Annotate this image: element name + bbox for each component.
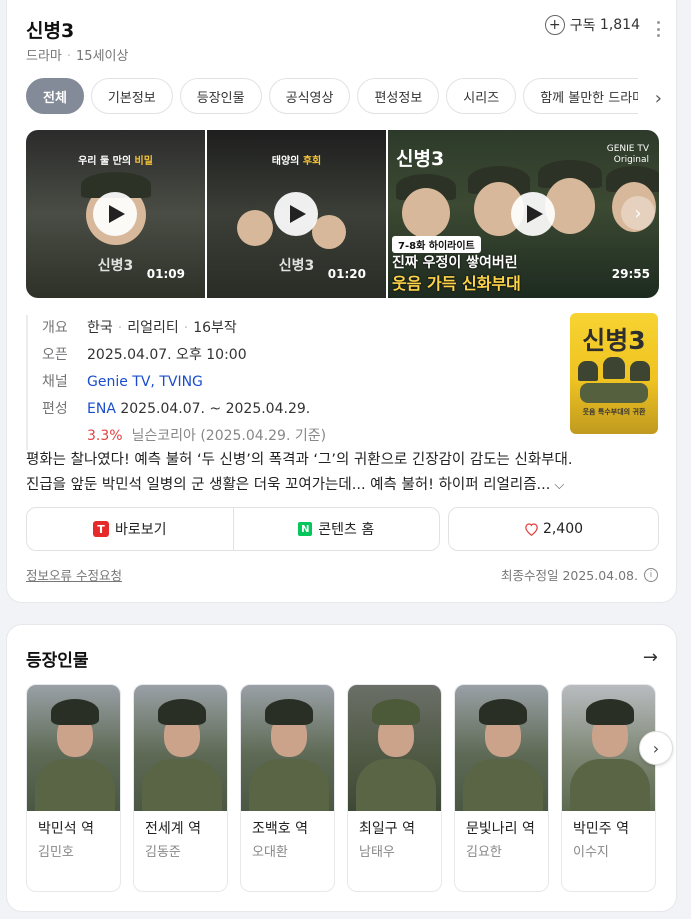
tab-all[interactable]: 전체 xyxy=(26,78,84,114)
subscribe-button[interactable]: + 구독 1,814 xyxy=(544,15,640,35)
cast-photo xyxy=(134,685,227,811)
drama-details: 개요 한국 · 리얼리티 · 16부작 오픈 2025.04.07. 오후 10:00 … xyxy=(26,315,326,450)
channel-link-genie-tv[interactable]: Genie TV xyxy=(87,369,150,396)
heart-icon xyxy=(525,523,538,536)
tab-recommended[interactable]: 함께 볼만한 드라마 xyxy=(523,78,638,114)
overview-row: 개요 한국 · 리얼리티 · 16부작 xyxy=(42,320,237,336)
video-thumbnail[interactable]: 신병3 GENIE TV Original 7-8화 하이라이트 진짜 우정이 쌓… xyxy=(388,130,659,298)
cast-actor: 이수지 xyxy=(573,845,609,860)
tab-basic-info[interactable]: 기본정보 xyxy=(90,78,173,114)
open-row: 오픈 2025.04.07. 오후 10:00 xyxy=(42,347,247,363)
video-thumbnail[interactable]: 태양의 후회 신병3 01:20 xyxy=(207,130,386,298)
person-figure xyxy=(237,210,273,246)
video-caption: 우리 둘 만의 비밀 xyxy=(78,156,153,167)
cast-actor: 김동준 xyxy=(145,845,181,860)
cast-actor: 남태우 xyxy=(359,845,395,860)
play-icon[interactable] xyxy=(93,192,137,236)
category-tabs: 전체 기본정보 등장인물 공식영상 편성정보 시리즈 함께 볼만한 드라마 xyxy=(26,78,638,114)
more-options-icon[interactable] xyxy=(656,21,660,37)
cast-member[interactable]: 박민석 역 김민호 xyxy=(26,684,121,892)
video-duration: 01:20 xyxy=(327,267,366,281)
cast-role: 조백호 역 xyxy=(252,821,308,837)
chevron-right-icon[interactable]: › xyxy=(655,88,662,109)
person-figure xyxy=(578,361,598,381)
cast-actor: 오대환 xyxy=(252,845,288,860)
chevron-down-icon[interactable]: ⌵ xyxy=(554,478,564,493)
genre-label: 드라마 xyxy=(26,49,62,64)
ratings-value: 3.3% xyxy=(87,428,123,444)
tab-characters[interactable]: 등장인물 xyxy=(179,78,262,114)
last-updated: 최종수정일 2025.04.08. i xyxy=(501,565,658,584)
drama-poster[interactable]: 신병3 웃음 특수부대의 귀환 xyxy=(570,313,658,434)
ratings-basis: (2025.04.29. 기준) xyxy=(200,428,327,444)
content-home-button[interactable]: N 콘텐츠 홈 xyxy=(232,508,440,550)
cast-member[interactable]: 문빛나리 역 김요한 xyxy=(454,684,549,892)
channel-link-ena[interactable]: ENA xyxy=(87,396,116,423)
person-figure xyxy=(630,361,650,381)
video-caption: 태양의 후회 xyxy=(271,156,322,167)
cast-member[interactable]: 최일구 역 남태우 xyxy=(347,684,442,892)
cast-actor: 김민호 xyxy=(38,845,74,860)
drama-title[interactable]: 신병3 xyxy=(26,16,74,43)
subscribe-count: 1,814 xyxy=(599,17,640,33)
channel-row: 채널 Genie TV, TVING xyxy=(42,369,326,396)
video-headline: 웃음 가득 신화부대 xyxy=(392,274,521,293)
chevron-right-icon[interactable]: › xyxy=(639,731,673,765)
cast-member[interactable]: 전세계 역 김동준 xyxy=(133,684,228,892)
poster-subtitle: 웃음 특수부대의 귀환 xyxy=(582,408,646,416)
cast-card: 등장인물 → 박민석 역 김민호 전세계 역 김동준 조백호 역 오대환 최일구… xyxy=(6,624,677,912)
separator-dot: · xyxy=(66,49,72,64)
drama-info-card: 신병3 드라마 · 15세이상 + 구독 1,814 전체 기본정보 등장인물 공식… xyxy=(6,0,677,603)
cast-photo xyxy=(27,685,120,811)
video-duration: 01:09 xyxy=(146,267,185,281)
cast-list: 박민석 역 김민호 전세계 역 김동준 조백호 역 오대환 최일구 역 남태우 … xyxy=(26,684,658,892)
ratings-row: 3.3% 닐슨코리아 (2025.04.29. 기준) xyxy=(42,423,326,450)
drama-description[interactable]: 평화는 찰나였다! 예측 불허 ‘두 신병’의 폭격과 ‘그’의 귀환으로 긴장… xyxy=(26,448,664,498)
video-tag: 7-8화 하이라이트 xyxy=(392,236,481,253)
play-icon[interactable] xyxy=(274,192,318,236)
info-icon[interactable]: i xyxy=(644,567,658,582)
like-button[interactable]: 2,400 xyxy=(448,507,659,551)
subscribe-label: 구독 xyxy=(569,18,596,34)
cast-member[interactable]: 박민주 역 이수지 xyxy=(561,684,656,892)
person-figure xyxy=(603,357,625,379)
person-figure xyxy=(580,383,648,403)
tving-logo-icon: T xyxy=(92,521,109,537)
video-carousel: 우리 둘 만의 비밀 신병3 01:09 태양의 후회 신병3 01:20 신병… xyxy=(26,130,659,298)
play-icon[interactable] xyxy=(511,192,555,236)
plus-icon: + xyxy=(544,15,565,35)
video-thumbnail[interactable]: 우리 둘 만의 비밀 신병3 01:09 xyxy=(26,130,205,298)
video-headline: 진짜 우정이 쌓여버린 xyxy=(392,255,518,271)
chevron-right-icon[interactable]: › xyxy=(621,196,655,230)
watch-button[interactable]: T 바로보기 xyxy=(27,508,233,550)
tab-series[interactable]: 시리즈 xyxy=(446,78,517,114)
cast-photo xyxy=(455,685,548,811)
tab-schedule[interactable]: 편성정보 xyxy=(357,78,440,114)
cast-photo xyxy=(348,685,441,811)
cast-role: 박민주 역 xyxy=(573,821,629,837)
cast-member[interactable]: 조백호 역 오대환 xyxy=(240,684,335,892)
arrow-right-icon[interactable]: → xyxy=(643,647,658,668)
video-logo: 신병3 xyxy=(396,148,445,170)
ratings-source: 닐슨코리아 xyxy=(131,428,196,444)
tab-official-videos[interactable]: 공식영상 xyxy=(268,78,351,114)
genie-tv-logo: GENIE TV Original xyxy=(606,144,649,165)
section-title[interactable]: 등장인물 xyxy=(26,646,89,671)
person-figure xyxy=(402,188,450,238)
schedule-row: 편성 ENA 2025.04.07. ~ 2025.04.29. xyxy=(42,396,326,423)
cast-photo xyxy=(241,685,334,811)
video-duration: 29:55 xyxy=(611,267,650,281)
age-rating: 15세이상 xyxy=(76,49,129,64)
report-error-link[interactable]: 정보오류 수정요청 xyxy=(26,565,122,584)
cast-role: 박민석 역 xyxy=(38,821,94,837)
cast-role: 최일구 역 xyxy=(359,821,415,837)
cast-actor: 김요한 xyxy=(466,845,502,860)
drama-subinfo: 드라마 · 15세이상 xyxy=(26,45,128,64)
cast-role: 문빛나리 역 xyxy=(466,821,535,837)
action-buttons: T 바로보기 N 콘텐츠 홈 2,400 xyxy=(26,507,659,551)
naver-logo-icon: N xyxy=(298,522,313,536)
cast-role: 전세계 역 xyxy=(145,821,201,837)
watch-button-group: T 바로보기 N 콘텐츠 홈 xyxy=(26,507,440,551)
channel-link-tving[interactable]: TVING xyxy=(159,369,203,396)
